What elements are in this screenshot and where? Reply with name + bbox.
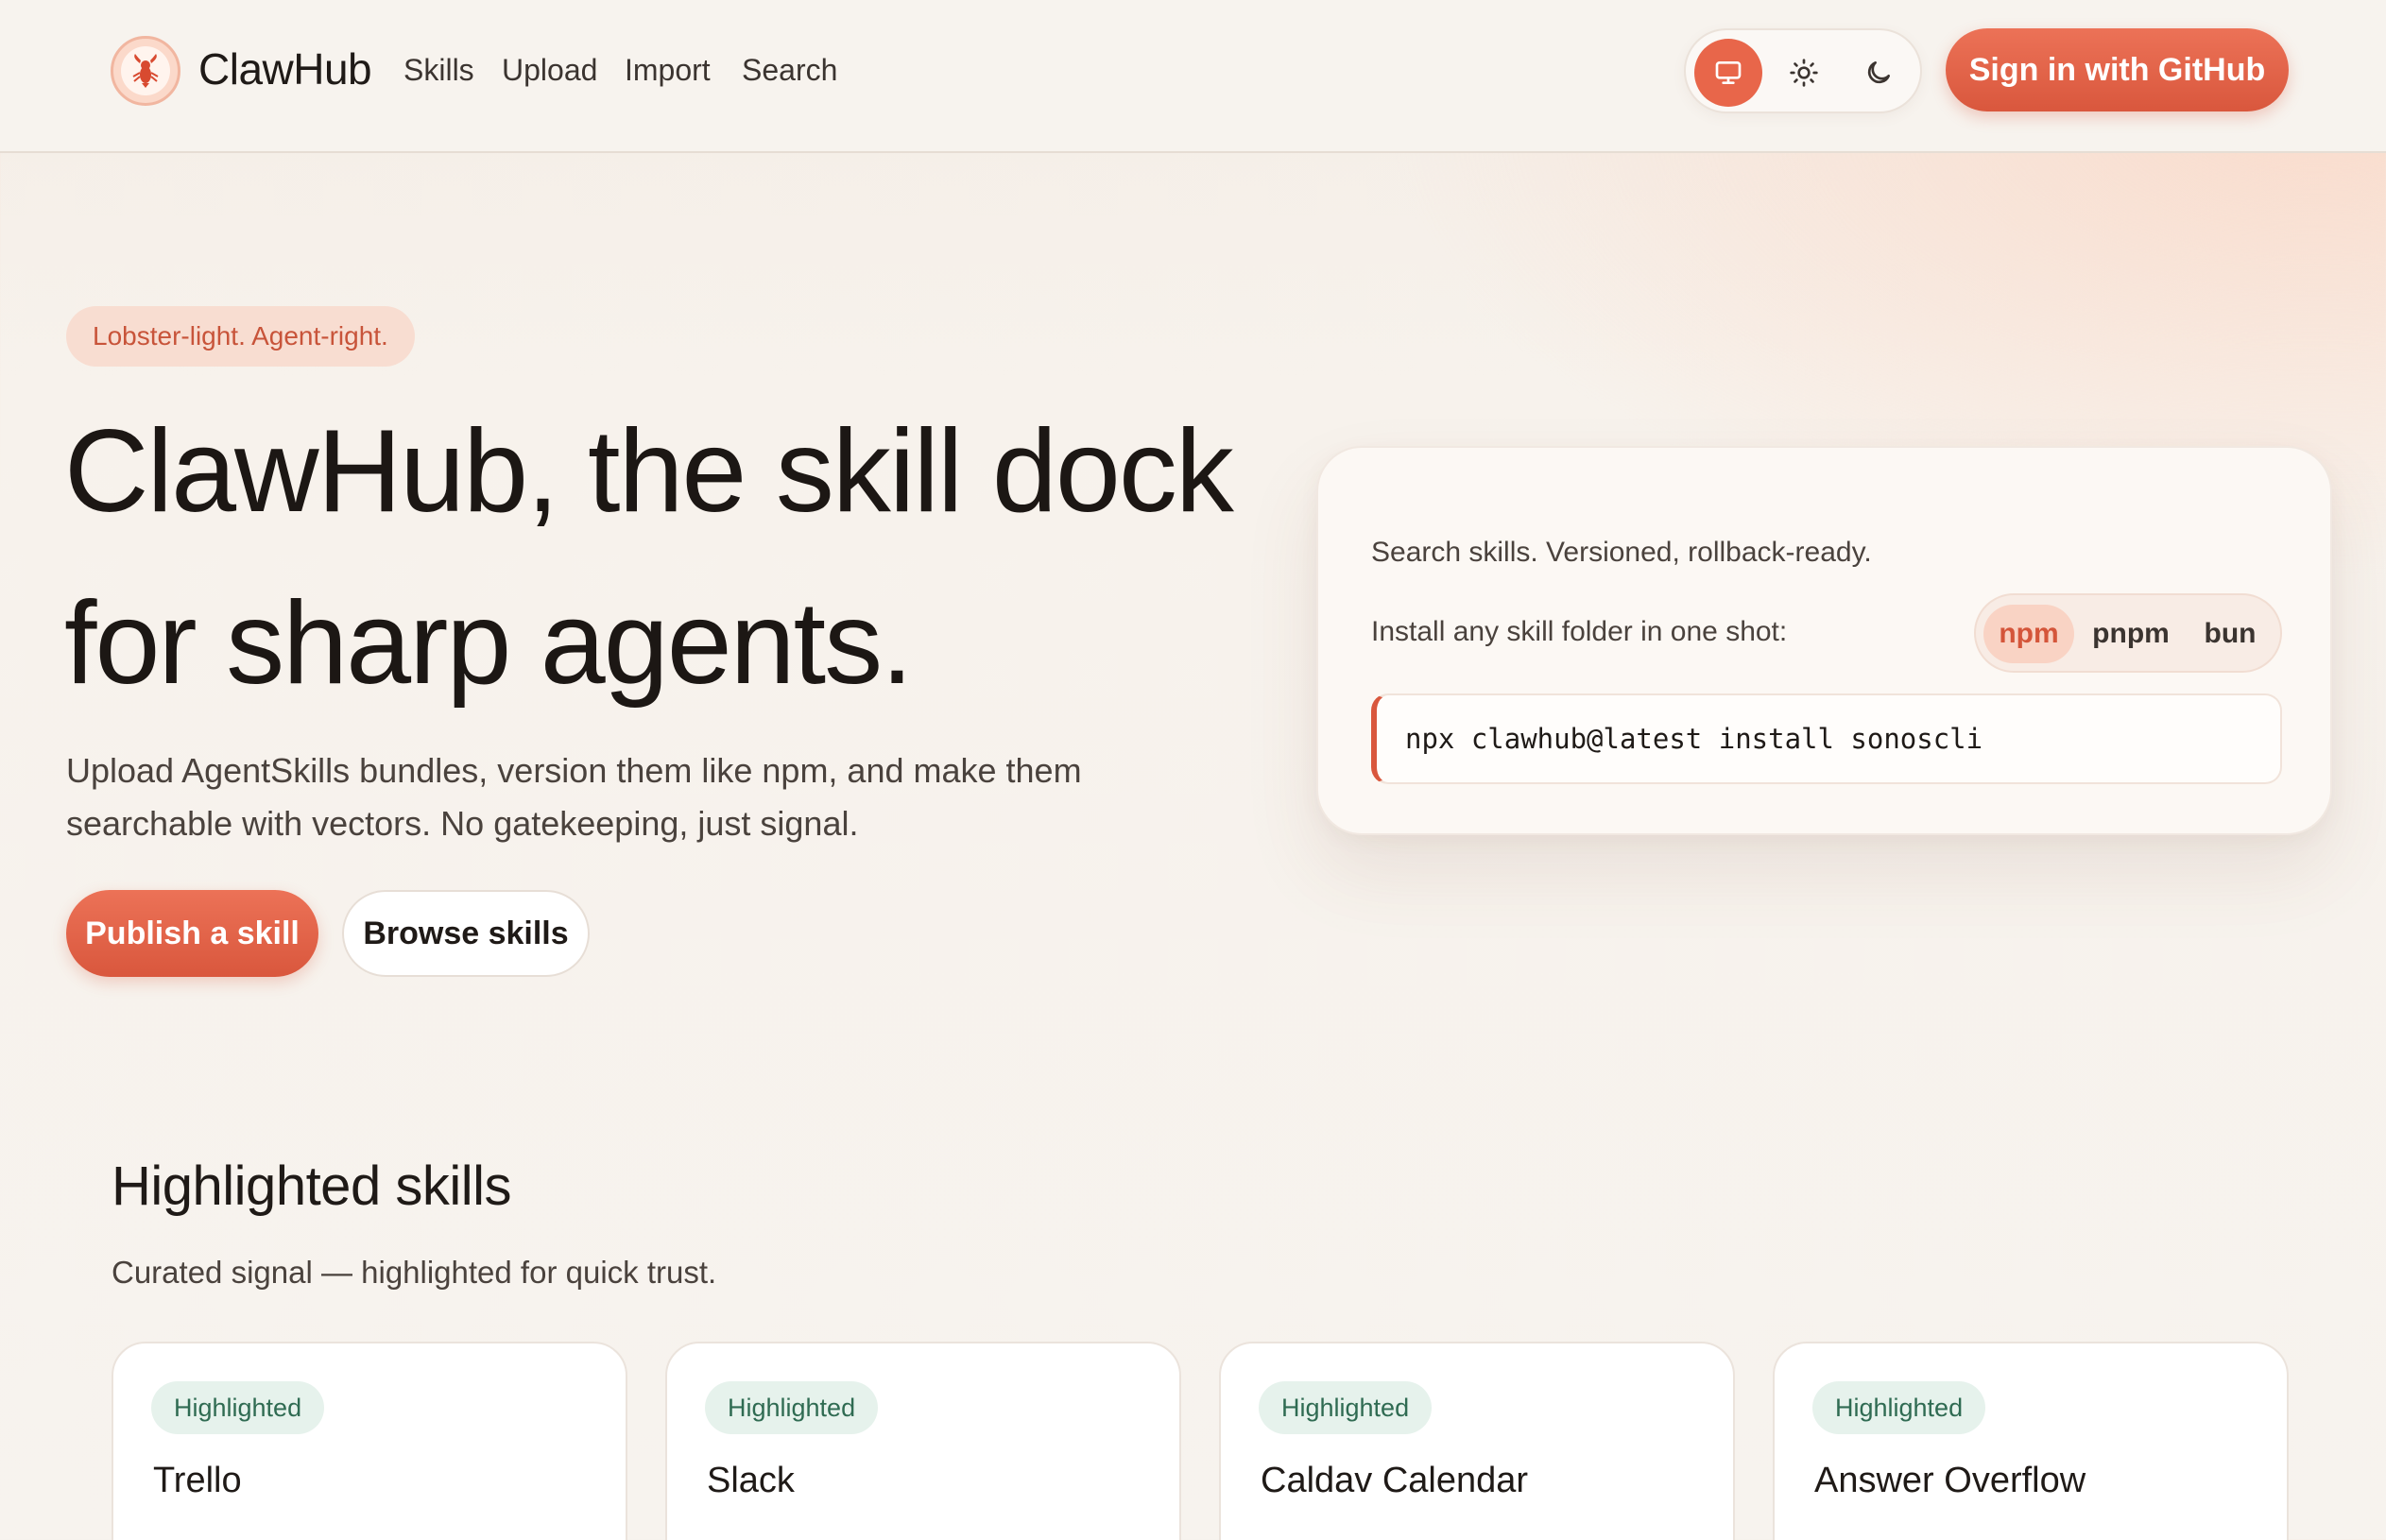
lobster-icon <box>121 46 170 95</box>
skill-name: Trello <box>153 1461 242 1500</box>
highlighted-badge: Highlighted <box>1259 1381 1433 1434</box>
hero-title: ClawHub, the skill dock for sharp agents… <box>64 385 1312 729</box>
nav-link-search[interactable]: Search <box>742 53 837 88</box>
skill-name: Answer Overflow <box>1814 1461 2086 1500</box>
hero-subtitle-line1: Upload AgentSkills bundles, version them… <box>66 751 1082 790</box>
highlighted-badge: Highlighted <box>151 1381 325 1434</box>
pm-option-pnpm[interactable]: pnpm <box>2084 605 2178 663</box>
sun-icon[interactable] <box>1770 39 1838 107</box>
skill-card-slack[interactable]: Highlighted Slack <box>665 1342 1181 1540</box>
hero-title-line1: ClawHub, the skill dock <box>64 406 1234 537</box>
skill-card-answer-overflow[interactable]: Highlighted Answer Overflow <box>1773 1342 2289 1540</box>
install-card: Search skills. Versioned, rollback-ready… <box>1316 446 2332 835</box>
publish-skill-button[interactable]: Publish a skill <box>66 890 318 977</box>
hero-subtitle-line2: searchable with vectors. No gatekeeping,… <box>66 804 859 843</box>
monitor-icon[interactable] <box>1694 39 1762 107</box>
section-subtitle: Curated signal — highlighted for quick t… <box>112 1255 717 1290</box>
top-nav: ClawHub Skills Upload Import Search Sign… <box>0 0 2386 153</box>
moon-icon[interactable] <box>1845 39 1913 107</box>
theme-toggle <box>1684 28 1922 113</box>
skill-name: Slack <box>707 1461 795 1500</box>
skill-card-caldav-calendar[interactable]: Highlighted Caldav Calendar <box>1219 1342 1735 1540</box>
pm-option-bun[interactable]: bun <box>2186 605 2274 663</box>
logo[interactable] <box>111 36 180 106</box>
signin-github-button[interactable]: Sign in with GitHub <box>1946 28 2289 111</box>
install-command[interactable]: npx clawhub@latest install sonoscli <box>1371 693 2282 784</box>
install-card-heading: Search skills. Versioned, rollback-ready… <box>1371 537 1872 568</box>
section-title: Highlighted skills <box>112 1155 511 1217</box>
skill-card-trello[interactable]: Highlighted Trello <box>112 1342 627 1540</box>
highlighted-badge: Highlighted <box>705 1381 879 1434</box>
package-manager-toggle: npm pnpm bun <box>1974 593 2282 673</box>
tagline-badge: Lobster-light. Agent-right. <box>66 306 415 367</box>
nav-link-skills[interactable]: Skills <box>403 53 474 88</box>
nav-link-import[interactable]: Import <box>625 53 711 88</box>
brand-name[interactable]: ClawHub <box>198 43 372 94</box>
hero-subtitle: Upload AgentSkills bundles, version them… <box>66 744 1181 850</box>
skill-name: Caldav Calendar <box>1261 1461 1529 1500</box>
pm-option-npm[interactable]: npm <box>1983 605 2074 663</box>
browse-skills-button[interactable]: Browse skills <box>342 890 590 977</box>
highlighted-badge: Highlighted <box>1812 1381 1986 1434</box>
hero-title-line2: for sharp agents. <box>64 578 914 709</box>
install-card-label: Install any skill folder in one shot: <box>1371 616 1788 647</box>
nav-link-upload[interactable]: Upload <box>502 53 597 88</box>
